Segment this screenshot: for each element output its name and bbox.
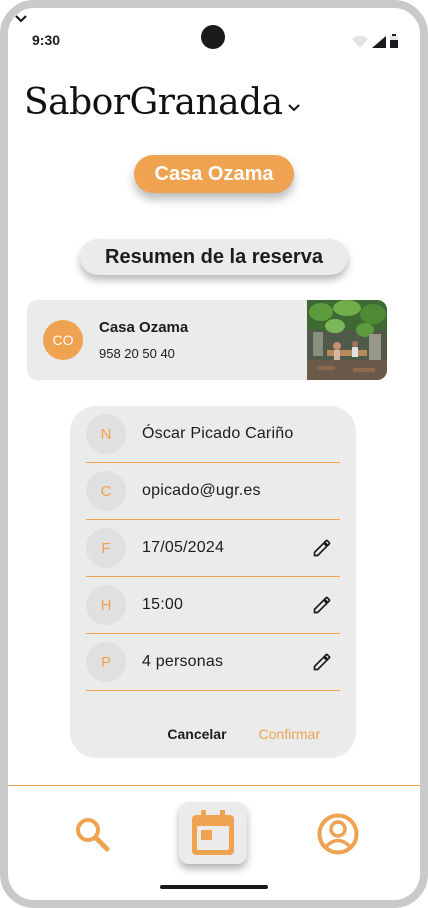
form-row-date: F 17/05/2024 [86, 520, 340, 577]
battery-icon [390, 34, 398, 48]
confirm-button[interactable]: Confirmar [259, 726, 320, 742]
people-value: 4 personas [142, 653, 224, 670]
restaurant-card[interactable]: CO Casa Ozama 958 20 50 40 [27, 300, 387, 380]
app-title-text: SaborGranada [24, 82, 283, 123]
section-title: Resumen de la reserva [80, 239, 348, 275]
edit-date-icon[interactable] [312, 538, 332, 558]
form-row-people: P 4 personas [86, 634, 340, 691]
restaurant-card-name: Casa Ozama [99, 319, 189, 336]
row-letter-avatar: F [86, 528, 126, 568]
restaurant-card-phone: 958 20 50 40 [99, 346, 175, 361]
edit-time-icon[interactable] [312, 595, 332, 615]
edit-people-icon[interactable] [312, 652, 332, 672]
search-icon[interactable] [72, 814, 112, 854]
email-value: opicado@ugr.es [142, 482, 261, 499]
row-letter-avatar: P [86, 642, 126, 682]
chevron-down-icon [287, 103, 300, 111]
app-title[interactable]: SaborGranada [24, 82, 301, 123]
nav-calendar-button[interactable] [179, 802, 247, 864]
row-letter-avatar: C [86, 471, 126, 511]
status-bar: 9:30 [8, 8, 420, 62]
camera-cutout [201, 25, 225, 49]
status-time: 9:30 [32, 32, 61, 48]
form-row-name: N Óscar Picado Cariño [86, 406, 340, 463]
row-letter-avatar: N [86, 414, 126, 454]
restaurant-photo [307, 300, 387, 380]
home-indicator [160, 885, 268, 889]
row-letter-avatar: H [86, 585, 126, 625]
account-circle-icon[interactable] [316, 812, 360, 856]
form-row-email: C opicado@ugr.es [86, 463, 340, 520]
cancel-button[interactable]: Cancelar [167, 726, 226, 742]
form-row-time: H 15:00 [86, 577, 340, 634]
calendar-icon [192, 810, 234, 855]
form-actions: Cancelar Confirmar [167, 726, 320, 742]
signal-icon [372, 36, 386, 48]
restaurant-name-chip[interactable]: Casa Ozama [134, 155, 294, 193]
avatar: CO [43, 320, 83, 360]
phone-frame: 9:30 SaborGranada Casa Ozama Resumen de … [0, 0, 428, 908]
status-icons [352, 34, 398, 48]
wifi-icon [352, 36, 368, 48]
time-value: 15:00 [142, 596, 184, 613]
guest-name-value: Óscar Picado Cariño [142, 425, 294, 442]
reservation-summary-form: N Óscar Picado Cariño C opicado@ugr.es F… [70, 406, 356, 758]
date-value: 17/05/2024 [142, 539, 225, 556]
bottom-nav-divider [8, 785, 420, 786]
